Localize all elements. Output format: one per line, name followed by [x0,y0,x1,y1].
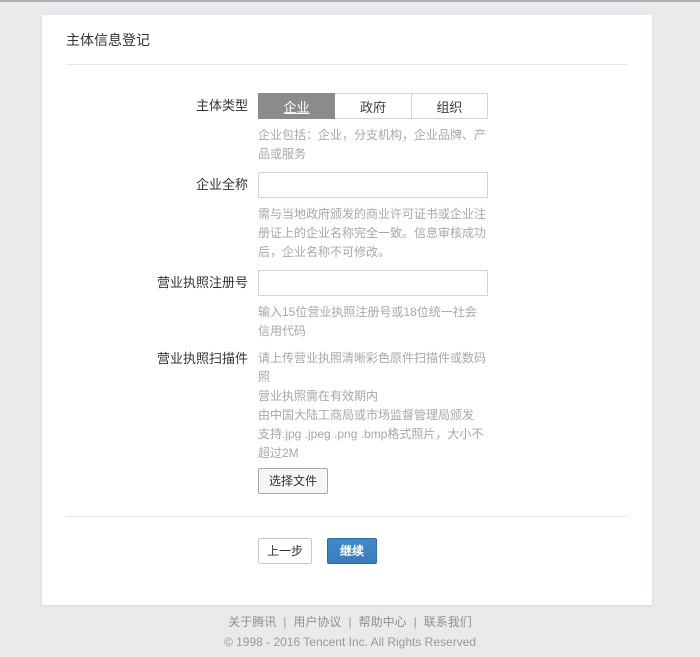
license-scan-help: 请上传营业执照清晰彩色原件扫描件或数码照 营业执照需在有效期内 由中国大陆工商局… [258,349,488,463]
license-scan-help-line: 营业执照需在有效期内 [258,387,488,406]
footer-separator: | [414,615,417,629]
continue-button[interactable]: 继续 [327,538,377,564]
subject-type-row: 主体类型 企业 政府 组织 企业包括：企业，分支机构，企业品牌、产品或服务 [66,93,628,164]
page-footer: 关于腾讯 | 用户协议 | 帮助中心 | 联系我们 © 1998 - 2016 Tencen… [0,614,700,650]
previous-step-button[interactable]: 上一步 [258,538,312,564]
license-number-row: 营业执照注册号 输入15位营业执照注册号或18位统一社会信用代码 [66,270,628,341]
license-number-label: 营业执照注册号 [66,270,258,341]
title-divider [66,64,628,65]
subject-type-label: 主体类型 [66,93,258,164]
page: { "page": { "title": "主体信息登记" }, "form":… [0,0,700,657]
footer-link-contact[interactable]: 联系我们 [424,615,472,629]
tab-organization[interactable]: 组织 [411,93,488,119]
license-number-help: 输入15位营业执照注册号或18位统一社会信用代码 [258,303,488,341]
license-scan-help-line: 由中国大陆工商局或市场监督管理局颁发 [258,406,488,425]
registration-form: 主体类型 企业 政府 组织 企业包括：企业，分支机构，企业品牌、产品或服务 企业… [66,93,628,494]
license-scan-label: 营业执照扫描件 [66,349,258,494]
actions-divider [66,516,628,517]
license-scan-row: 营业执照扫描件 请上传营业执照清晰彩色原件扫描件或数码照 营业执照需在有效期内 … [66,349,628,494]
company-name-input[interactable] [258,172,488,198]
license-scan-help-line: 支持.jpg .jpeg .png .bmp格式照片，大小不超过2M [258,425,488,463]
tab-government[interactable]: 政府 [334,93,411,119]
actions-row: 上一步 继续 [66,538,628,564]
page-title: 主体信息登记 [66,15,628,48]
registration-card: 主体信息登记 主体类型 企业 政府 组织 企业包括：企业，分支机构，企业品牌、产… [42,15,652,605]
company-name-label: 企业全称 [66,172,258,262]
copyright-text: © 1998 - 2016 Tencent Inc. All Rights Re… [0,634,700,650]
footer-link-agreement[interactable]: 用户协议 [293,615,341,629]
footer-separator: | [348,615,351,629]
company-name-row: 企业全称 需与当地政府颁发的商业许可证书或企业注册证上的企业名称完全一致。信息审… [66,172,628,262]
tab-enterprise[interactable]: 企业 [258,93,335,119]
license-scan-help-line: 请上传营业执照清晰彩色原件扫描件或数码照 [258,349,488,387]
footer-links: 关于腾讯 | 用户协议 | 帮助中心 | 联系我们 [0,614,700,630]
footer-link-about[interactable]: 关于腾讯 [228,615,276,629]
subject-type-help: 企业包括：企业，分支机构，企业品牌、产品或服务 [258,126,488,164]
company-name-help: 需与当地政府颁发的商业许可证书或企业注册证上的企业名称完全一致。信息审核成功后，… [258,205,488,262]
choose-file-button[interactable]: 选择文件 [258,468,328,494]
license-number-input[interactable] [258,270,488,296]
subject-type-tab-group: 企业 政府 组织 [258,93,488,119]
footer-separator: | [283,615,286,629]
footer-link-help[interactable]: 帮助中心 [359,615,407,629]
